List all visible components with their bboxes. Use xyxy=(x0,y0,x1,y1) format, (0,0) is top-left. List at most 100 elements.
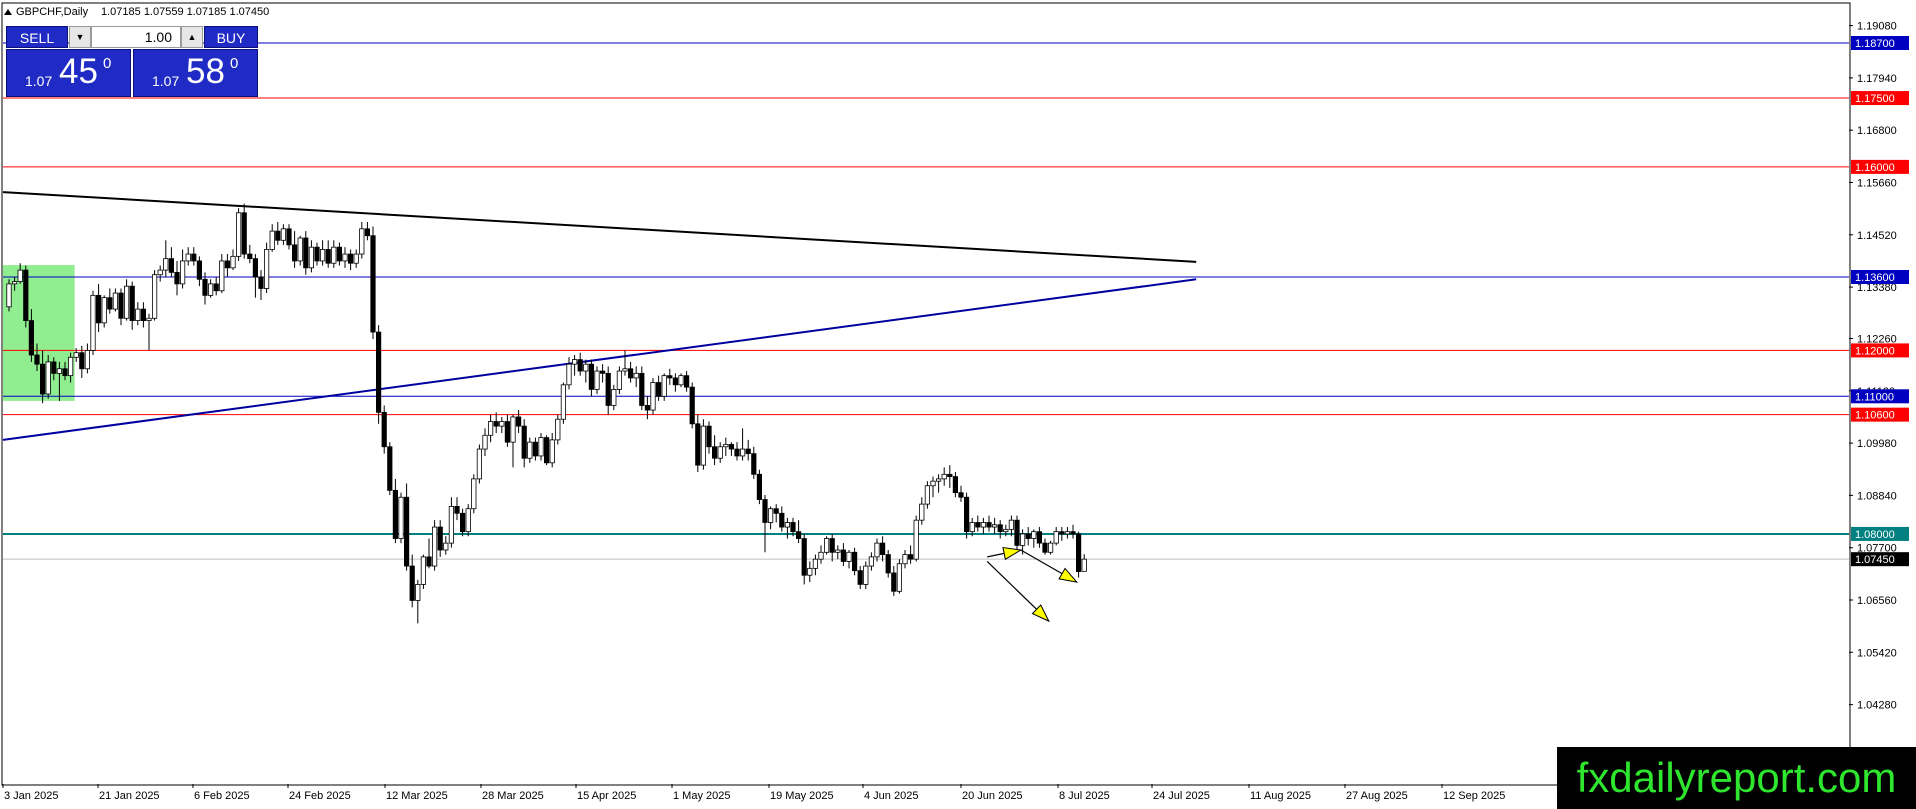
candle xyxy=(740,428,746,461)
bear-candle-body xyxy=(829,538,835,553)
bear-candle-body xyxy=(370,235,376,333)
lot-increase-button[interactable]: ▲ xyxy=(181,26,203,48)
candle xyxy=(403,483,410,571)
lot-size-input[interactable] xyxy=(91,26,181,48)
bear-candle-body xyxy=(644,405,651,411)
trade-panel-top-row: SELL ▼ ▲ BUY xyxy=(6,26,258,48)
bull-candle-body xyxy=(151,274,158,319)
x-tick-label: 27 Aug 2025 xyxy=(1346,790,1408,802)
bear-candle-body xyxy=(521,425,527,459)
bear-candle-body xyxy=(364,228,371,237)
bull-candle-body xyxy=(560,384,567,420)
bull-candle-body xyxy=(661,375,667,397)
bull-candle-body xyxy=(1003,528,1009,533)
bear-candle-body xyxy=(997,524,1003,533)
x-tick-label: 19 May 2025 xyxy=(770,790,834,802)
y-tick-label: 1.06560 xyxy=(1857,595,1897,607)
bear-candle-body xyxy=(174,272,180,285)
bull-candle-body xyxy=(163,258,169,271)
buy-price-box[interactable]: 1.07 58 0 xyxy=(133,49,258,97)
bull-candle-body xyxy=(280,228,287,241)
candle xyxy=(118,288,124,326)
bull-candle-body xyxy=(101,297,107,324)
candle xyxy=(45,355,51,399)
green-zone-layer xyxy=(3,265,75,401)
bear-candle-body xyxy=(762,499,768,523)
candle xyxy=(986,515,992,532)
price-chart[interactable]: 1.190801.179401.168001.156601.145201.133… xyxy=(0,0,1916,809)
candle xyxy=(829,533,835,562)
chart-menu-icon[interactable] xyxy=(4,9,12,15)
x-tick-label: 21 Jan 2025 xyxy=(99,790,160,802)
candle xyxy=(426,538,432,569)
level-price-text: 1.12000 xyxy=(1855,345,1895,357)
candle xyxy=(263,242,270,294)
candle xyxy=(656,375,662,401)
candle xyxy=(1053,527,1059,546)
bull-candle-body xyxy=(269,230,275,250)
candle xyxy=(874,538,880,562)
candle xyxy=(280,224,287,245)
bull-candle-body xyxy=(863,565,869,585)
candle xyxy=(689,382,695,429)
bear-candle-body xyxy=(628,368,634,379)
bull-candle-body xyxy=(135,308,141,321)
candle xyxy=(549,433,555,468)
candle xyxy=(96,283,102,333)
bear-candle-body xyxy=(706,425,712,448)
bull-candle-body xyxy=(622,368,628,372)
candle xyxy=(398,492,404,544)
candle xyxy=(325,240,331,268)
candle xyxy=(443,536,449,555)
horizontal-levels-layer xyxy=(3,42,1849,560)
lot-decrease-button[interactable]: ▼ xyxy=(69,26,91,48)
candle xyxy=(471,474,477,514)
bear-candle-body xyxy=(947,473,953,477)
sell-button[interactable]: SELL xyxy=(6,26,68,48)
bear-candle-body xyxy=(756,473,763,500)
candle xyxy=(185,247,191,266)
candle xyxy=(297,235,303,266)
bear-candle-body xyxy=(840,549,847,562)
bear-candle-body xyxy=(409,565,415,601)
bear-candle-body xyxy=(241,212,247,255)
candle xyxy=(891,566,897,596)
bear-candle-body xyxy=(314,246,320,262)
chart-symbol-label: GBPCHF,Daily xyxy=(16,6,89,18)
candle xyxy=(303,231,309,275)
bull-candle-body xyxy=(913,519,919,560)
candle xyxy=(314,242,320,266)
time-axis: 3 Jan 2025 21 Jan 2025 6 Feb 2025 24 Feb 20… xyxy=(2,784,1505,802)
bull-candle-body xyxy=(740,448,746,457)
bull-candle-body xyxy=(112,292,118,310)
candle xyxy=(521,419,527,468)
bear-candle-body xyxy=(728,444,735,450)
chart-ohlc-values: 1.07185 1.07559 1.07185 1.07450 xyxy=(101,6,269,18)
x-tick-label: 15 Apr 2025 xyxy=(577,790,636,802)
candle xyxy=(230,249,236,271)
bear-candle-body xyxy=(880,542,886,555)
candle xyxy=(258,270,264,300)
bull-candle-body xyxy=(308,246,315,269)
candle xyxy=(207,279,214,298)
x-tick-label: 12 Mar 2025 xyxy=(386,790,448,802)
candle xyxy=(555,414,561,445)
bull-candle-body xyxy=(230,255,236,269)
bull-candle-body xyxy=(611,389,617,406)
sell-price-box[interactable]: 1.07 45 0 xyxy=(6,49,131,97)
buy-button[interactable]: BUY xyxy=(204,26,258,48)
bull-candle-body xyxy=(359,228,365,255)
candle xyxy=(319,240,326,266)
bear-candle-body xyxy=(387,446,393,491)
bear-candle-body xyxy=(852,551,858,572)
bear-candle-body xyxy=(247,253,253,260)
bear-candle-body xyxy=(34,354,40,365)
candle xyxy=(538,433,544,461)
arrows-layer xyxy=(986,546,1079,623)
bull-candle-body xyxy=(235,212,242,257)
candle xyxy=(415,579,421,624)
level-price-text: 1.13600 xyxy=(1855,272,1895,284)
watermark-logo: fxdailyreport.com xyxy=(1557,747,1916,809)
candle xyxy=(269,224,275,252)
bull-candle-body xyxy=(1053,531,1059,544)
